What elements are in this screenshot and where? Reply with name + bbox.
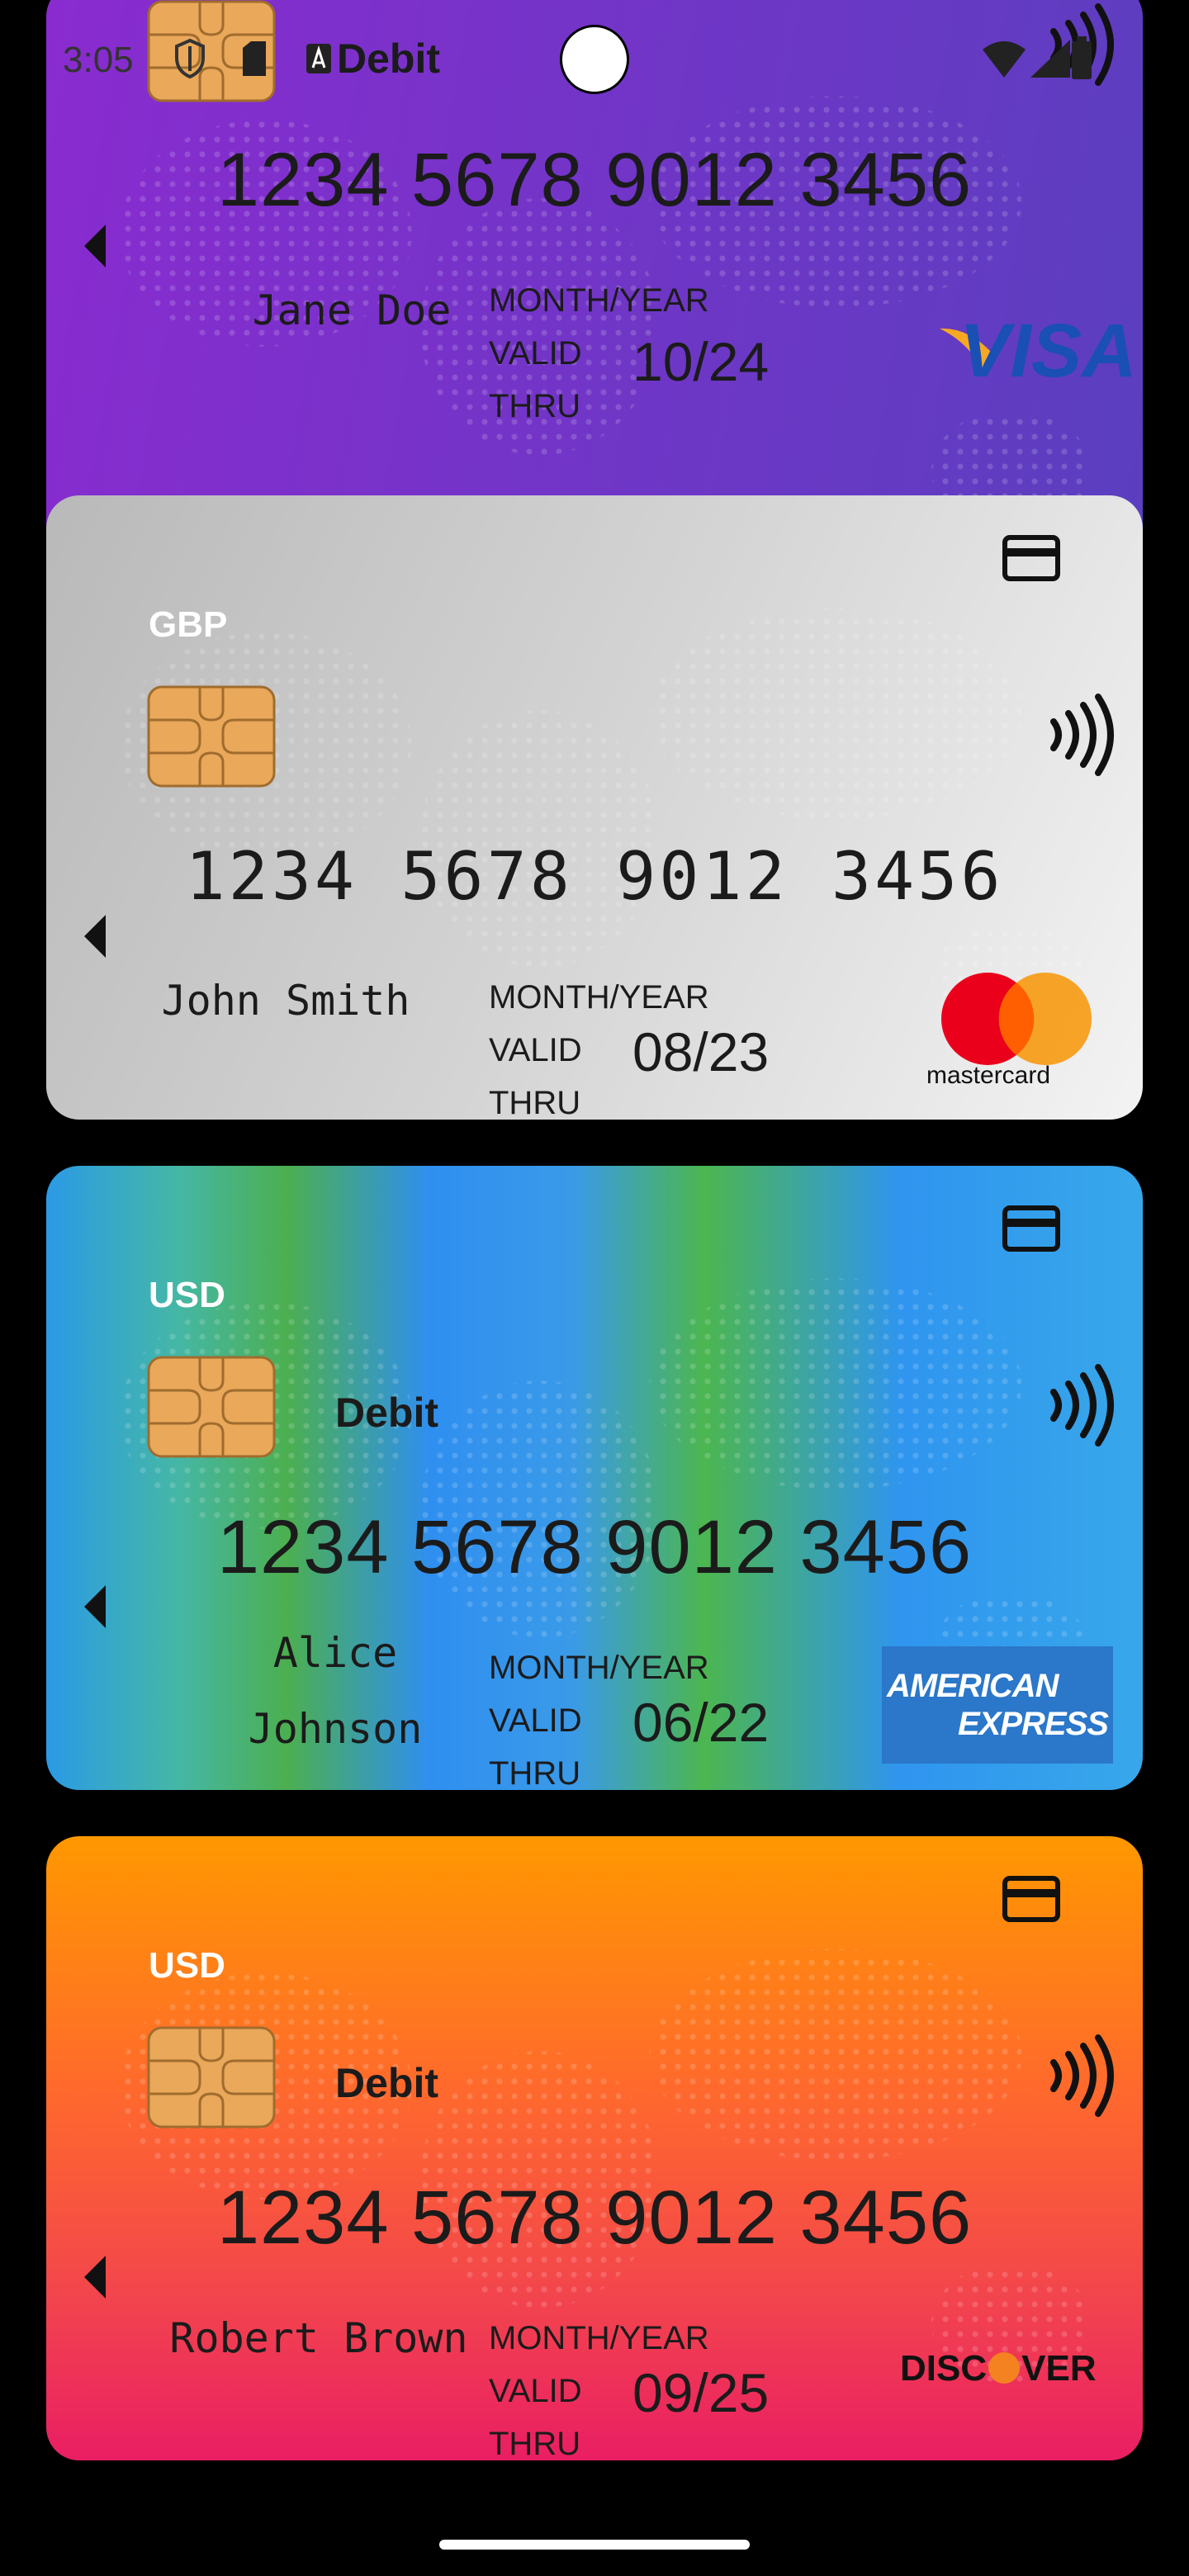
contactless-icon (1050, 2034, 1114, 2117)
currency-label: USD (149, 1275, 225, 1315)
card-type-label: Debit (335, 2060, 438, 2106)
status-time: 3:05 (63, 40, 134, 80)
notification-label: Debit (337, 36, 440, 82)
valid-header: MONTH/YEAR (489, 2320, 709, 2356)
valid-header: MONTH/YEAR (489, 282, 709, 319)
contactless-icon (1050, 1364, 1114, 1447)
home-indicator[interactable] (439, 2540, 750, 2550)
sim-card-icon (243, 41, 266, 76)
battery-icon (1072, 36, 1092, 79)
expiry-date: 06/22 (632, 1692, 770, 1753)
amex-wordmark-line2: EXPRESS (958, 1706, 1109, 1742)
expiry-date: 09/25 (632, 2362, 770, 2423)
amex-wordmark-line1: AMERICAN (887, 1668, 1059, 1704)
contactless-icon (1050, 694, 1114, 776)
chip-icon (147, 1356, 276, 1458)
cardholder-last-name: Johnson (248, 1705, 423, 1753)
expiry-date: 08/23 (632, 1021, 770, 1082)
visa-logo: VISA (940, 309, 1137, 386)
card-mastercard[interactable]: GBP 1234 5678 9012 3456 John Smith MONTH… (46, 495, 1143, 1120)
cardholder-name: Robert Brown (169, 2314, 468, 2362)
chevron-left-icon[interactable] (84, 1585, 106, 1628)
discover-wordmark-part2: VER (1021, 2348, 1097, 2389)
cardholder-name: John Smith (161, 977, 410, 1025)
mastercard-logo: mastercard (921, 973, 1120, 1096)
valid-header: MONTH/YEAR (489, 1650, 709, 1686)
cardholder-first-name: Alice (272, 1629, 398, 1677)
chevron-left-icon[interactable] (84, 2256, 106, 2299)
discover-logo: DISC VER (900, 2348, 1123, 2414)
card-discover[interactable]: USD Debit 1234 5678 9012 3456 Robert Bro… (46, 1836, 1143, 2460)
card-number: 1234 5678 9012 3456 (216, 1505, 973, 1589)
chip-icon (147, 685, 276, 788)
credit-card-icon[interactable] (1002, 1205, 1060, 1252)
chip-icon (147, 2026, 276, 2129)
signal-icon (1030, 40, 1070, 78)
discover-o-mark (988, 2352, 1021, 2384)
card-number: 1234 5678 9012 3456 (216, 138, 973, 222)
status-bar: 3:05 Debit (0, 0, 1189, 124)
chevron-left-icon[interactable] (84, 915, 106, 958)
card-type-label: Debit (335, 1390, 438, 1436)
valid-header: MONTH/YEAR (489, 979, 709, 1016)
front-camera (560, 25, 629, 94)
currency-label: GBP (149, 604, 228, 645)
notification-app-icon (306, 44, 331, 73)
credit-card-icon[interactable] (1002, 535, 1060, 581)
shield-icon (175, 38, 205, 79)
currency-label: USD (149, 1945, 225, 1986)
wifi-icon (983, 41, 1026, 78)
mastercard-wordmark: mastercard (926, 1062, 1051, 1089)
card-number: 1234 5678 9012 3456 (185, 838, 1004, 915)
credit-card-icon[interactable] (1002, 1876, 1060, 1922)
svg-text:VISA: VISA (959, 309, 1137, 386)
amex-logo: AMERICAN EXPRESS (882, 1646, 1113, 1764)
chevron-left-icon[interactable] (84, 225, 106, 268)
discover-wordmark-part1: DISC (900, 2348, 988, 2389)
card-amex[interactable]: USD Debit 1234 5678 9012 3456 Alice John… (46, 1166, 1143, 1790)
cardholder-name: Alice Johnson (170, 1615, 500, 1767)
expiry-date: 10/24 (632, 331, 770, 392)
card-number: 1234 5678 9012 3456 (216, 2176, 973, 2260)
